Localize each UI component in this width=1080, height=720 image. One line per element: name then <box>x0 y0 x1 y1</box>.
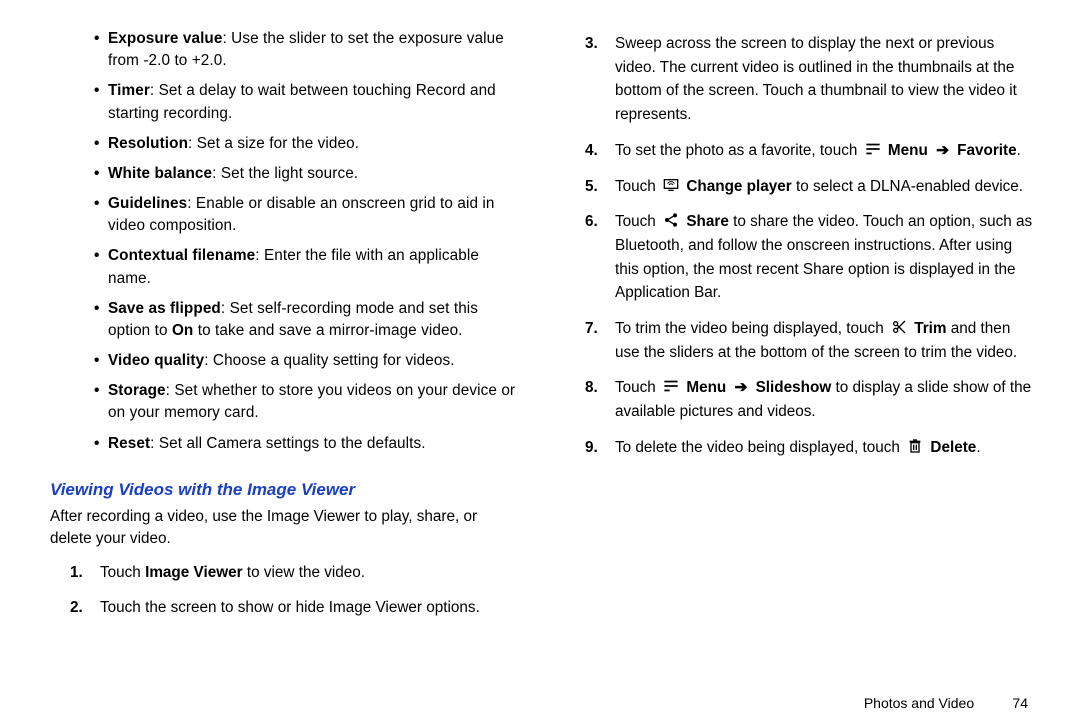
step-item: Touch Share to share the video. Touch an… <box>585 210 1034 305</box>
delete-icon <box>907 438 923 454</box>
step-item: To delete the video being displayed, tou… <box>585 436 1034 460</box>
left-column: Exposure value: Use the slider to set th… <box>46 28 547 720</box>
menu-icon <box>865 141 881 157</box>
step-item: Sweep across the screen to display the n… <box>585 32 1034 127</box>
step-item: To trim the video being displayed, touch… <box>585 317 1034 364</box>
right-steps: Sweep across the screen to display the n… <box>585 32 1034 472</box>
trim-icon <box>891 319 907 335</box>
setting-bullet: White balance: Set the light source. <box>108 163 519 185</box>
section-intro: After recording a video, use the Image V… <box>50 506 519 550</box>
menu-icon <box>663 378 679 394</box>
section-heading: Viewing Videos with the Image Viewer <box>50 477 519 503</box>
left-steps: Touch Image Viewer to view the video. Tou… <box>70 561 519 632</box>
setting-bullet: Exposure value: Use the slider to set th… <box>108 28 519 72</box>
page-footer: Photos and Video 74 <box>561 693 1034 720</box>
settings-bullets: Exposure value: Use the slider to set th… <box>46 28 519 463</box>
footer-section: Photos and Video <box>864 695 974 711</box>
right-column: Sweep across the screen to display the n… <box>547 28 1034 720</box>
setting-bullet: Resolution: Set a size for the video. <box>108 133 519 155</box>
setting-bullet: Video quality: Choose a quality setting … <box>108 350 519 372</box>
setting-bullet: Storage: Set whether to store you videos… <box>108 380 519 424</box>
setting-bullet: Contextual filename: Enter the file with… <box>108 245 519 289</box>
manual-page: Exposure value: Use the slider to set th… <box>0 0 1080 720</box>
changeplayer-icon <box>663 177 679 193</box>
setting-bullet: Reset: Set all Camera settings to the de… <box>108 433 519 455</box>
step-item: Touch Change player to select a DLNA-ena… <box>585 175 1034 199</box>
setting-bullet: Timer: Set a delay to wait between touch… <box>108 80 519 124</box>
share-icon <box>663 212 679 228</box>
setting-bullet: Save as flipped: Set self-recording mode… <box>108 298 519 342</box>
setting-bullet: Guidelines: Enable or disable an onscree… <box>108 193 519 237</box>
step-item: To set the photo as a favorite, touch Me… <box>585 139 1034 163</box>
step-item: Touch the screen to show or hide Image V… <box>70 596 519 620</box>
page-number: 74 <box>992 693 1028 714</box>
step-item: Touch Menu ➔ Slideshow to display a slid… <box>585 376 1034 423</box>
step-item: Touch Image Viewer to view the video. <box>70 561 519 585</box>
